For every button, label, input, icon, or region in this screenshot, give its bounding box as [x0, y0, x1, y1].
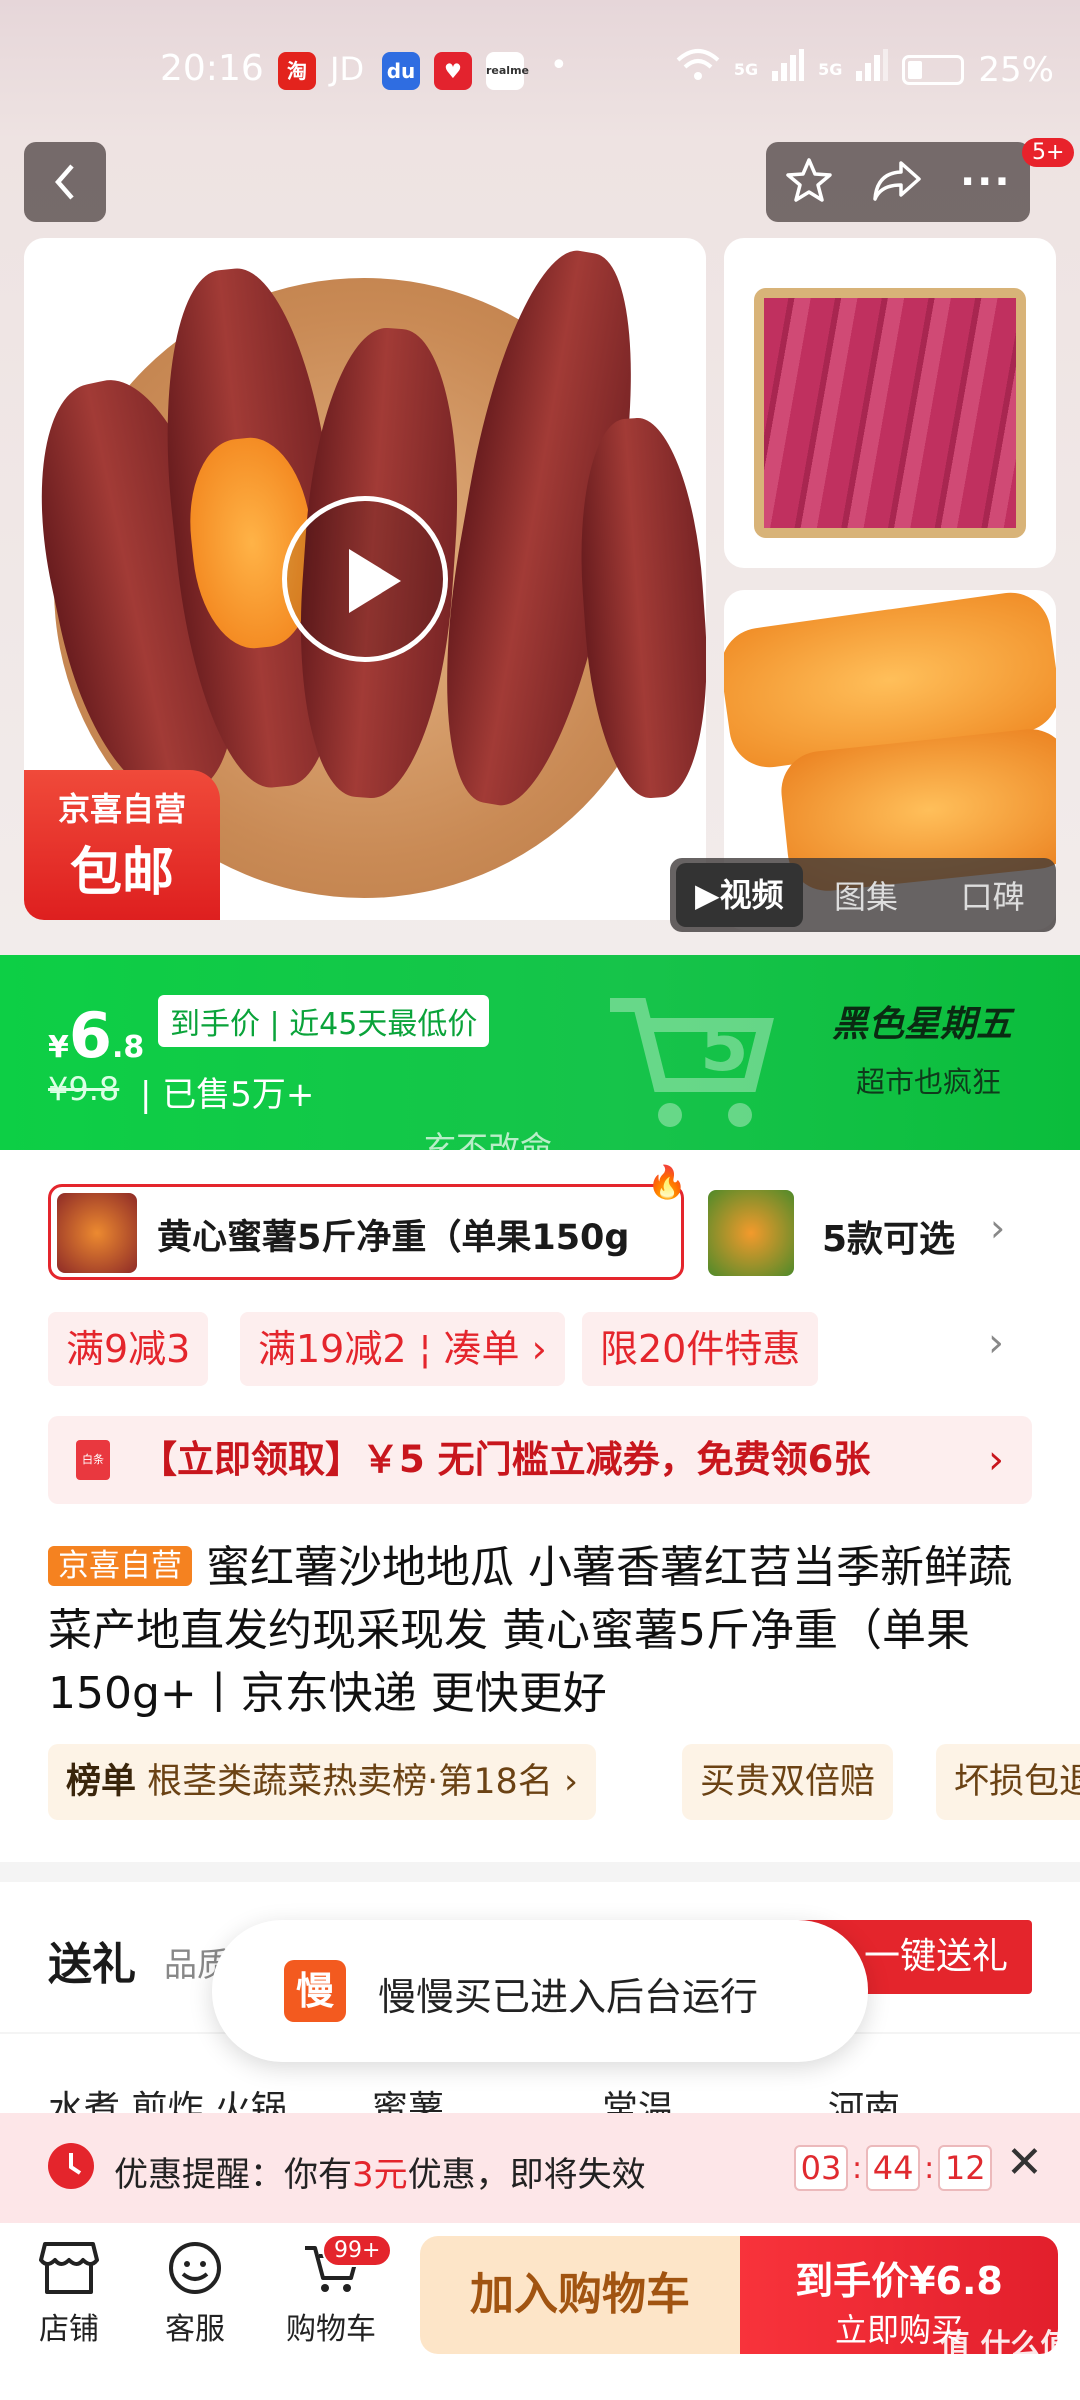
promo-title: 黑色星期五 — [832, 1004, 1013, 1045]
nav-service[interactable]: 客服 — [140, 2240, 250, 2348]
background-toast: 慢 慢慢买已进入后台运行 — [212, 1920, 868, 2062]
manmanmai-app-icon: 慢 — [284, 1960, 346, 2022]
attr-storage: 常温 — [602, 2089, 675, 2114]
rank-chip[interactable]: 榜单 根茎类蔬菜热卖榜·第18名 › — [48, 1744, 596, 1820]
site-watermark-logo: 值 什么值得买 — [940, 2328, 1071, 2400]
jingxi-tag: 京喜自营 — [48, 1546, 192, 1586]
sold-count: | 已售5万+ — [140, 1075, 315, 1115]
coupon-text: 【立即领取】￥5 无门槛立减券，免费领6张 — [140, 1438, 871, 1481]
promo-chip-2[interactable]: 满19减2 ¦ 凑单 › — [240, 1312, 565, 1386]
purple-potatoes-image — [764, 298, 1016, 528]
current-price: ¥6.8 — [48, 999, 145, 1072]
realme-icon: realme — [486, 52, 529, 90]
baidu-icon: du — [382, 52, 420, 90]
signal-5g-2: 5G — [818, 60, 843, 79]
back-button[interactable] — [24, 142, 106, 222]
hot-flame-icon: 🔥 — [647, 1163, 687, 1201]
svg-text:5: 5 — [700, 1005, 749, 1087]
product-title: 京喜自营 蜜红薯沙地地瓜 小薯香薯红苕当季新鲜蔬菜产地直发约现采现发 黄心蜜薯5… — [48, 1542, 1012, 1719]
more-icon[interactable]: ··· — [960, 159, 1012, 205]
clock-icon — [48, 2143, 94, 2189]
original-price: ¥9.8 — [48, 1070, 120, 1108]
battery-icon — [902, 54, 965, 85]
chevron-right-icon[interactable]: › — [988, 1320, 1004, 1366]
sku-selected[interactable]: 黄心蜜薯5斤净重（单果150g 🔥 — [48, 1163, 687, 1280]
signal-icon — [772, 49, 805, 90]
add-to-cart-button[interactable]: 加入购物车 — [420, 2236, 740, 2354]
battery-level: 25% — [978, 49, 1054, 90]
discount-reminder: 优惠提醒：你有3元优惠，即将失效 03: 44: 12 ✕ — [0, 2113, 1080, 2223]
nav-store[interactable]: 店铺 — [14, 2240, 124, 2348]
toast-text: 慢慢买已进入后台运行 — [378, 1975, 759, 2019]
sku-count[interactable]: 5款可选 — [822, 1210, 955, 1262]
store-icon — [39, 2242, 99, 2294]
play-video-icon[interactable] — [282, 496, 448, 662]
sku-thumbnail-2[interactable] — [708, 1190, 794, 1276]
countdown-minutes: 44 — [866, 2145, 921, 2191]
price-label-tag: 到手价 | 近45天最低价 — [158, 995, 490, 1047]
attr-origin: 河南 — [828, 2089, 901, 2114]
taobao-icon: 淘 — [278, 52, 316, 90]
share-icon[interactable] — [871, 157, 923, 207]
cart-5-watermark-icon: 5 — [600, 965, 780, 1145]
health-icon: ♥ — [434, 52, 472, 90]
tab-video[interactable]: ▶视频 — [676, 863, 803, 927]
attr-cooking: 水煮 煎炸 火锅 — [48, 2089, 287, 2114]
countdown-seconds: 12 — [938, 2145, 993, 2191]
top-actions: ··· — [766, 142, 1030, 222]
wifi-icon — [676, 48, 720, 91]
countdown-timer: 03: 44: 12 — [794, 2145, 993, 2191]
tab-reviews[interactable]: 口碑 — [929, 872, 1056, 918]
coupon-banner[interactable]: 白条 【立即领取】￥5 无门槛立减券，免费领6张 › — [48, 1416, 1032, 1504]
favorite-star-icon[interactable] — [784, 155, 834, 209]
site-watermark-url: zhizhizhi.com — [948, 2372, 1043, 2388]
sku-thumbnail — [57, 1193, 137, 1273]
tab-gallery[interactable]: 图集 — [803, 872, 930, 918]
reminder-text: 优惠提醒：你有3元优惠，即将失效 — [114, 2155, 646, 2195]
guarantee-chip-2[interactable]: 坏损包退 — [936, 1744, 1080, 1820]
media-tabs: ▶视频 图集 口碑 — [670, 858, 1056, 932]
status-right: 5G 5G 25% — [676, 48, 1054, 91]
status-bar: 20:16 淘 JD du ♥ realme • 5G 5G 25% — [0, 0, 1080, 140]
chevron-right-icon: › — [988, 1437, 1004, 1483]
promo-subtitle: 超市也疯狂 — [856, 1065, 1002, 1099]
sku-selected-label: 黄心蜜薯5斤净重（单果150g — [157, 1218, 630, 1258]
gift-title: 送礼 — [48, 1939, 136, 1990]
countdown-hours: 03 — [794, 2145, 848, 2191]
promo-chip-3[interactable]: 限20件特惠 — [582, 1312, 819, 1386]
guarantee-chip-1[interactable]: 买贵双倍赔 — [682, 1744, 894, 1820]
main-product-image[interactable]: 京喜自营 包邮 — [24, 238, 706, 920]
attr-variety: 蜜薯 — [372, 2089, 445, 2114]
service-smiley-icon — [169, 2242, 221, 2294]
chevron-left-icon — [55, 164, 74, 200]
signal-5g-1: 5G — [733, 60, 759, 79]
close-icon[interactable]: ✕ — [1006, 2137, 1043, 2188]
signal-icon-2 — [856, 49, 889, 90]
promo-chip-1[interactable]: 满9减3 — [48, 1312, 209, 1386]
jd-icon: JD — [330, 50, 365, 88]
price-bar: ¥6.8 到手价 | 近45天最低价 ¥9.8 | 已售5万+ 5 黑色星期五 … — [0, 955, 1080, 1167]
status-time: 20:16 — [160, 48, 264, 89]
baitiao-icon: 白条 — [76, 1440, 110, 1480]
more-notifications-dot: • — [550, 48, 568, 83]
thumbnail-basket[interactable] — [724, 238, 1056, 568]
jingxi-badge: 京喜自营 包邮 — [24, 770, 220, 920]
chevron-right-icon: › — [990, 1206, 1006, 1250]
message-count-badge: 5+ — [1022, 138, 1075, 167]
cart-count-badge: 99+ — [322, 2234, 393, 2267]
